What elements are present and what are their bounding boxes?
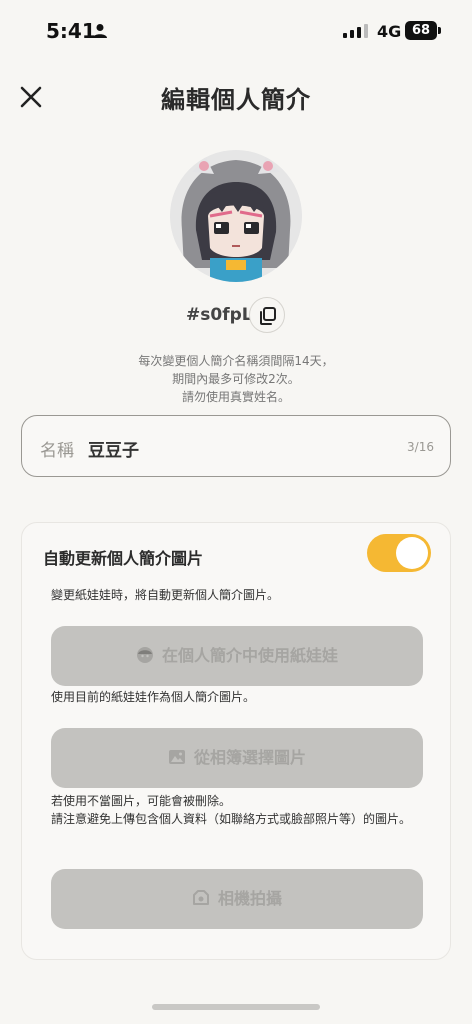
face-icon <box>136 647 153 663</box>
name-input[interactable]: 名稱 豆豆子 3/16 <box>21 415 451 477</box>
album-hint-line: 請注意避免上傳包含個人資料（如聯絡方式或臉部照片等）的圖片。 <box>51 812 412 826</box>
profile-avatar[interactable] <box>170 150 302 282</box>
use-avatar-hint: 使用目前的紙娃娃作為個人簡介圖片。 <box>51 690 256 704</box>
profile-id: #s0fpL <box>186 305 253 325</box>
image-icon <box>168 750 185 764</box>
signal-icon <box>343 24 368 38</box>
avatar-image <box>170 150 302 282</box>
auto-update-title: 自動更新個人簡介圖片 <box>43 549 204 568</box>
use-avatar-button[interactable]: 在個人簡介中使用紙娃娃 <box>51 626 423 686</box>
name-value[interactable]: 豆豆子 <box>88 436 139 461</box>
album-hint-line: 若使用不當圖片，可能會被刪除。 <box>51 794 232 808</box>
auto-update-toggle[interactable] <box>367 534 431 572</box>
camera-icon <box>192 890 209 905</box>
camera-label: 相機拍攝 <box>217 889 282 908</box>
choose-from-album-button[interactable]: 從相簿選擇圖片 <box>51 728 423 788</box>
toggle-knob <box>396 537 428 569</box>
choose-from-album-label: 從相簿選擇圖片 <box>193 748 306 767</box>
name-char-count: 3/16 <box>407 440 434 454</box>
notice-line: 請勿使用真實姓名。 <box>181 390 290 404</box>
name-label: 名稱 <box>40 441 74 461</box>
status-bar: 5:41 4G 68 <box>0 0 472 62</box>
profile-image-card: 自動更新個人簡介圖片 變更紙娃娃時，將自動更新個人簡介圖片。 在個人簡介中使用紙… <box>21 522 451 960</box>
notice-line: 期間內最多可修改2次。 <box>172 372 300 386</box>
use-avatar-label: 在個人簡介中使用紙娃娃 <box>161 646 338 665</box>
auto-update-description: 變更紙娃娃時，將自動更新個人簡介圖片。 <box>51 588 280 602</box>
status-time: 5:41 <box>46 19 96 43</box>
battery-icon: 68 <box>405 21 441 41</box>
home-indicator[interactable] <box>152 1004 320 1010</box>
copy-id-button[interactable] <box>249 297 285 333</box>
person-icon <box>93 24 107 38</box>
copy-icon <box>260 307 276 325</box>
album-hint: 若使用不當圖片，可能會被刪除。 請注意避免上傳包含個人資料（如聯絡方式或臉部照片… <box>51 792 421 828</box>
page-title: 編輯個人簡介 <box>161 86 311 114</box>
notice-line: 每次變更個人簡介名稱須間隔14天， <box>138 354 334 368</box>
camera-button[interactable]: 相機拍攝 <box>51 869 423 929</box>
network-type: 4G <box>377 22 402 41</box>
rename-notice: 每次變更個人簡介名稱須間隔14天， 期間內最多可修改2次。 請勿使用真實姓名。 <box>0 352 472 406</box>
battery-level: 68 <box>405 21 437 40</box>
